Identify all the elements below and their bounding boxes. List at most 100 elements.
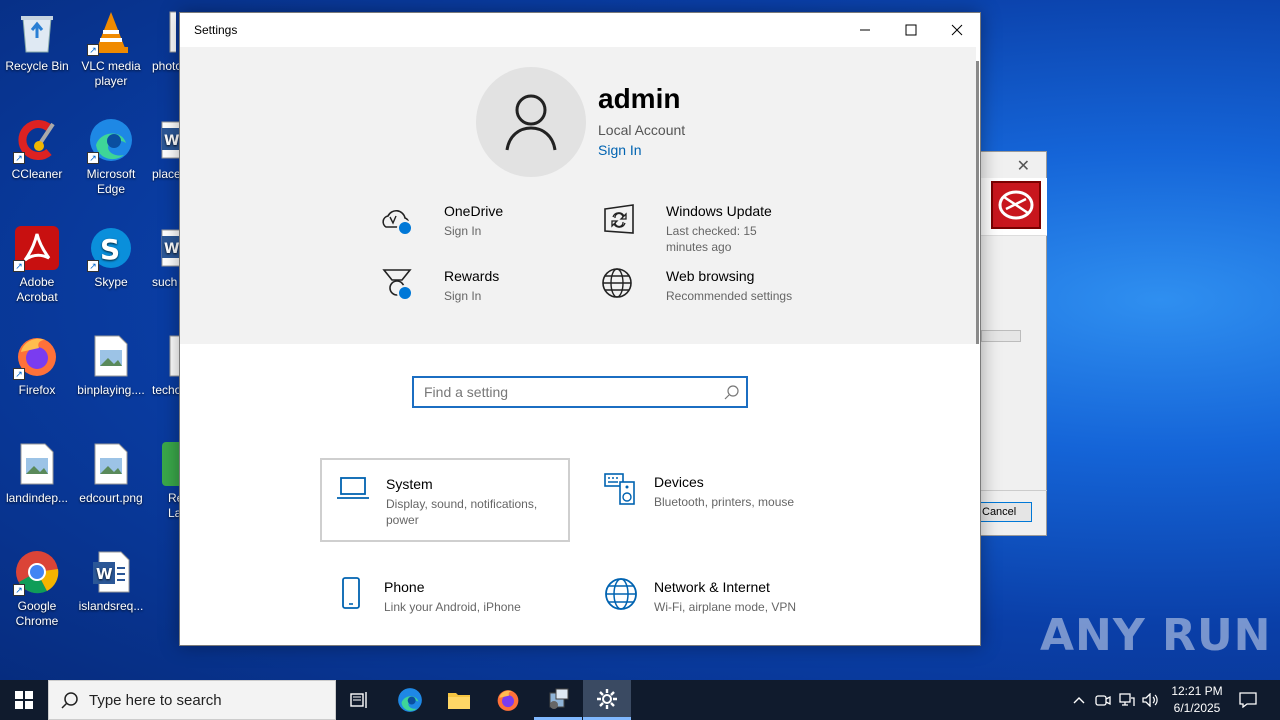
taskbar-file-explorer[interactable]	[435, 680, 483, 720]
service-subtitle: Last checked: 15 minutes ago	[666, 224, 757, 254]
desktop-icon-techo[interactable]: techo	[148, 332, 180, 398]
desktop-icon-landindep[interactable]: landindep...	[0, 440, 74, 506]
shortcut-arrow-icon: ↗	[87, 260, 99, 272]
category-subtitle: Display, sound, notifications, power	[386, 497, 538, 527]
taskbar: Type here to search 12:21 PM 6/1/2025	[0, 680, 1280, 720]
desktop-icon-recycle-bin[interactable]: Recycle Bin	[0, 8, 74, 74]
desktop-icon-vlc[interactable]: ↗ VLC media player	[74, 8, 148, 89]
start-button[interactable]	[0, 680, 48, 720]
badge-dot	[397, 285, 413, 301]
maximize-button[interactable]	[888, 13, 934, 47]
desktop-icon-label: Google Chrome	[15, 599, 59, 628]
shortcut-arrow-icon: ↗	[13, 260, 25, 272]
service-rewards[interactable]: Rewards Sign In	[380, 268, 590, 328]
close-button[interactable]	[934, 13, 980, 47]
category-title: Devices	[654, 474, 704, 490]
taskbar-search-input[interactable]: Type here to search	[89, 692, 222, 709]
notification-icon	[1239, 692, 1257, 708]
desktop-icon-photo[interactable]: photo	[148, 8, 180, 74]
category-subtitle: Link your Android, iPhone	[384, 600, 521, 614]
action-center-button[interactable]	[1234, 680, 1262, 720]
speaker-icon	[1142, 693, 1158, 707]
taskbar-edge[interactable]	[386, 680, 434, 720]
tray-meet-now[interactable]	[1092, 680, 1114, 720]
divider	[981, 490, 1047, 491]
desktop-icon-such[interactable]: W such	[148, 224, 180, 290]
scrollbar[interactable]	[976, 61, 979, 344]
service-onedrive[interactable]: OneDrive Sign In	[380, 203, 590, 263]
category-devices[interactable]: Devices Bluetooth, printers, mouse	[590, 458, 840, 542]
update-icon	[602, 203, 636, 237]
desktop-icon-label: Adobe Acrobat	[16, 275, 58, 304]
desktop-icon-chrome[interactable]: ↗ Google Chrome	[0, 548, 74, 629]
desktop-icon-label: edcourt.png	[79, 491, 143, 505]
tray-volume[interactable]	[1140, 680, 1162, 720]
taskbar-firefox[interactable]	[484, 680, 532, 720]
taskbar-clock[interactable]: 12:21 PM 6/1/2025	[1160, 683, 1234, 717]
service-title: Windows Update	[666, 203, 772, 219]
desktop-icon-ccleaner[interactable]: ↗ CCleaner	[0, 116, 74, 182]
tray-network[interactable]	[1116, 680, 1138, 720]
laptop-icon	[336, 474, 370, 508]
desktop-icon-label: place	[152, 167, 180, 181]
badge-dot	[397, 220, 413, 236]
app-icon	[148, 440, 180, 488]
category-phone[interactable]: Phone Link your Android, iPhone	[320, 563, 570, 645]
desktop-icon-label: Recycle Bin	[5, 59, 69, 73]
shortcut-arrow-icon: ↗	[13, 152, 25, 164]
desktop-icon-label: Skype	[94, 275, 128, 289]
desktop-icon-firefox[interactable]: ↗ Firefox	[0, 332, 74, 398]
edge-icon: ↗	[87, 116, 135, 164]
shortcut-arrow-icon: ↗	[87, 152, 99, 164]
service-web-browsing[interactable]: Web browsing Recommended settings	[602, 268, 812, 328]
progress-bar	[981, 330, 1021, 342]
recycle-bin-icon	[13, 8, 61, 56]
chevron-up-icon	[1073, 697, 1085, 704]
desktop-icon-label: Firefox	[18, 383, 56, 397]
gear-icon	[597, 688, 617, 709]
desktop-icon-place[interactable]: W place	[148, 116, 180, 182]
taskbar-settings[interactable]	[583, 680, 631, 720]
find-setting-search[interactable]: Find a setting	[412, 376, 748, 408]
service-subtitle: Sign In	[444, 224, 482, 238]
desktop-icon-edcourt[interactable]: edcourt.png	[74, 440, 148, 506]
sign-in-link[interactable]: Sign In	[598, 142, 642, 158]
document-icon	[148, 8, 180, 56]
avatar[interactable]	[476, 67, 586, 177]
task-view-button[interactable]	[336, 680, 384, 720]
search-input[interactable]: Find a setting	[424, 384, 508, 400]
desktop-icon-label: Re Lau	[168, 491, 180, 520]
category-network[interactable]: Network & Internet Wi-Fi, airplane mode,…	[590, 563, 840, 645]
folder-icon	[448, 693, 470, 709]
network-icon	[1119, 693, 1135, 706]
taskbar-installer[interactable]	[534, 680, 582, 720]
desktop-icon-binplaying[interactable]: binplaying....	[74, 332, 148, 398]
show-hidden-icons-button[interactable]	[1068, 680, 1090, 720]
desktop-icon-edge[interactable]: ↗ Microsoft Edge	[74, 116, 148, 197]
service-windows-update[interactable]: Windows Update Last checked: 15 minutes …	[602, 203, 812, 263]
category-subtitle: Bluetooth, printers, mouse	[654, 495, 795, 509]
desktop-icon-relau[interactable]: Re Lau	[148, 440, 180, 521]
close-icon[interactable]: ✕	[1017, 156, 1030, 176]
acrobat-icon: ↗	[13, 224, 61, 272]
cancel-button[interactable]: Cancel	[977, 502, 1032, 522]
shortcut-arrow-icon: ↗	[13, 584, 25, 596]
desktop-icon-acrobat[interactable]: ↗ Adobe Acrobat	[0, 224, 74, 305]
clock-time: 12:21 PM	[1171, 684, 1223, 698]
taskbar-search-box[interactable]: Type here to search	[48, 680, 336, 720]
task-view-icon	[350, 692, 367, 708]
desktop-icon-label: Microsoft Edge	[86, 167, 136, 196]
category-system[interactable]: System Display, sound, notifications, po…	[320, 458, 570, 542]
desktop-icon-skype[interactable]: S ↗ Skype	[74, 224, 148, 290]
svg-text:W: W	[164, 133, 179, 149]
windows-logo-icon	[15, 691, 33, 709]
desktop-icon-islandsreq[interactable]: W islandsreq...	[74, 548, 148, 614]
minimize-button[interactable]	[842, 13, 888, 47]
title-bar[interactable]: Settings	[180, 13, 980, 47]
anyrun-watermark: ANY RUN	[1040, 610, 1272, 661]
globe-icon	[604, 577, 638, 611]
cloud-icon	[380, 203, 414, 237]
dialog-header	[981, 178, 1047, 236]
account-hero: admin Local Account Sign In OneDrive Sig…	[180, 47, 976, 344]
service-subtitle: Sign In	[444, 289, 482, 303]
